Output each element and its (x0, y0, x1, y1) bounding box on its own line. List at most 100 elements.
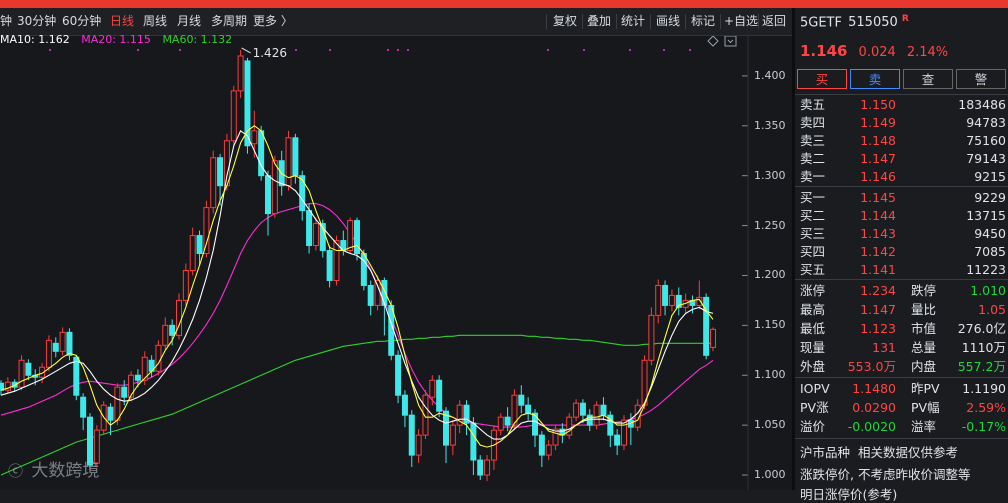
watermark-text: 大数跨境 (31, 461, 100, 481)
bid-row[interactable]: 买四 1.142 7085 (795, 243, 1008, 261)
stat-label: 现量 (800, 340, 826, 355)
period-monthly[interactable]: 月线 (177, 8, 201, 35)
stat-label: 最低 (800, 321, 826, 336)
statistics-button[interactable]: 统计 (621, 8, 645, 35)
stat-label: PV幅 (911, 400, 940, 415)
candle-body-up (449, 424, 456, 446)
chart-toolbar: 钟 30分钟 60分钟 日线 周线 月线 多周期 更多 〉 复权 叠加 统计 画… (0, 8, 792, 36)
candle-body-down (52, 342, 59, 352)
candle-body-up (374, 279, 381, 306)
bid-price: 1.142 (860, 244, 896, 259)
bid-row[interactable]: 买三 1.143 9450 (795, 225, 1008, 243)
ask-label: 卖五 (800, 97, 826, 112)
stat-value: 1.1190 (962, 381, 1006, 396)
buy-button[interactable]: 买 (797, 69, 847, 89)
back-button[interactable]: 返回 (762, 8, 786, 35)
candle-body-up (545, 444, 552, 456)
candle-body-up (573, 402, 580, 418)
candle-body-down (470, 422, 477, 461)
stat-value: 131 (872, 340, 896, 355)
candle-body-down (217, 157, 224, 187)
toolbar-separator (720, 14, 721, 29)
ask-row[interactable]: 卖三 1.148 75160 (795, 132, 1008, 150)
stat-row: 外盘 553.0万 内盘 557.2万 (795, 358, 1008, 376)
alert-button[interactable]: 警 (956, 69, 1006, 89)
kline-chart-area[interactable]: 1.426 (0, 36, 792, 490)
candle-body-up (237, 55, 244, 92)
stat-value: 553.0万 (847, 359, 896, 374)
bid-row[interactable]: 买二 1.144 13715 (795, 207, 1008, 225)
period-60min[interactable]: 60分钟 (62, 8, 101, 35)
bid-label: 买一 (800, 190, 826, 205)
bid-row[interactable]: 买五 1.141 11223 (795, 261, 1008, 279)
overlay-button[interactable]: 叠加 (587, 8, 611, 35)
adjust-button[interactable]: 复权 (553, 8, 577, 35)
period-30min[interactable]: 30分钟 (17, 8, 56, 35)
candle-body-down (354, 220, 360, 255)
ask-price: 1.146 (860, 169, 896, 184)
ask-label: 卖四 (800, 115, 826, 130)
candle-body-up (710, 328, 716, 348)
stat-value: 1.05 (978, 302, 1006, 317)
candle-body-down (121, 386, 128, 398)
stock-number: 515050 (848, 15, 898, 31)
sell-button[interactable]: 卖 (850, 69, 900, 89)
candle-body-down (265, 175, 271, 215)
period-daily[interactable]: 日线 (110, 8, 134, 35)
bid-volume: 13715 (966, 208, 1006, 223)
query-button[interactable]: 查 (903, 69, 953, 89)
candle-body-down (134, 374, 141, 381)
price-axis: 1.400 1.350 1.300 1.250 1.200 1.150 1.100 1.050… (748, 36, 792, 490)
toolbar-separator (650, 14, 651, 29)
watermark-logo-icon: ⓒ (8, 462, 24, 480)
toolbar-separator (546, 14, 547, 29)
signal-dot (387, 49, 389, 51)
ask-row[interactable]: 卖一 1.146 9215 (795, 168, 1008, 186)
candle-body-up (347, 220, 354, 252)
period-minute[interactable]: 钟 (0, 8, 12, 35)
signal-dot (583, 49, 585, 51)
bid-row[interactable]: 买一 1.145 9229 (795, 189, 1008, 207)
period-multi[interactable]: 多周期 (211, 8, 247, 35)
stat-row: IOPV 1.1480 昨PV 1.1190 (795, 380, 1008, 398)
candle-body-down (169, 324, 176, 336)
stock-header: 5GETF 515050 R (800, 14, 909, 30)
stat-label: 内盘 (911, 359, 937, 374)
diamond-icon[interactable] (707, 36, 719, 47)
draw-button[interactable]: 画线 (656, 8, 680, 35)
ask-price: 1.150 (860, 97, 896, 112)
candle-body-down (614, 434, 621, 446)
ask-volume: 94783 (966, 115, 1006, 130)
toolbar-separator (685, 14, 686, 29)
period-weekly[interactable]: 周线 (143, 8, 167, 35)
stat-label: IOPV (800, 381, 830, 396)
period-more[interactable]: 更多 〉 (253, 8, 293, 35)
candle-body-down (80, 396, 87, 418)
candle-body-up (333, 240, 340, 281)
r-badge: R (901, 14, 909, 24)
candle-body-down (66, 331, 73, 356)
ma-legend: MA10: 1.162 MA20: 1.115 MA60: 1.132 (0, 33, 232, 47)
candle-body-up (45, 339, 52, 368)
add-watchlist-button[interactable]: +自选 (724, 8, 758, 35)
ask-row[interactable]: 卖五 1.150 183486 (795, 96, 1008, 114)
price-tick-label: 1.200 (754, 268, 786, 282)
kline-chart[interactable]: 1.426 (0, 36, 792, 490)
signal-dot (329, 49, 331, 51)
price-tick-label: 1.400 (754, 68, 786, 82)
collapse-icon[interactable] (724, 36, 737, 47)
ask-row[interactable]: 卖二 1.147 79143 (795, 150, 1008, 168)
signal-dot (407, 49, 409, 51)
bid-volume: 11223 (966, 262, 1006, 277)
mark-button[interactable]: 标记 (691, 8, 715, 35)
candle-body-up (484, 459, 491, 476)
ask-row[interactable]: 卖四 1.149 94783 (795, 114, 1008, 132)
signal-dot (663, 49, 665, 51)
stat-value: -0.17% (961, 419, 1006, 434)
ask-price: 1.147 (860, 151, 896, 166)
price-change: 0.024 (858, 45, 896, 60)
candle-body-up (429, 379, 436, 398)
candle-body-down (326, 250, 333, 281)
candle-body-down (401, 394, 408, 416)
bid-volume: 7085 (974, 244, 1006, 259)
